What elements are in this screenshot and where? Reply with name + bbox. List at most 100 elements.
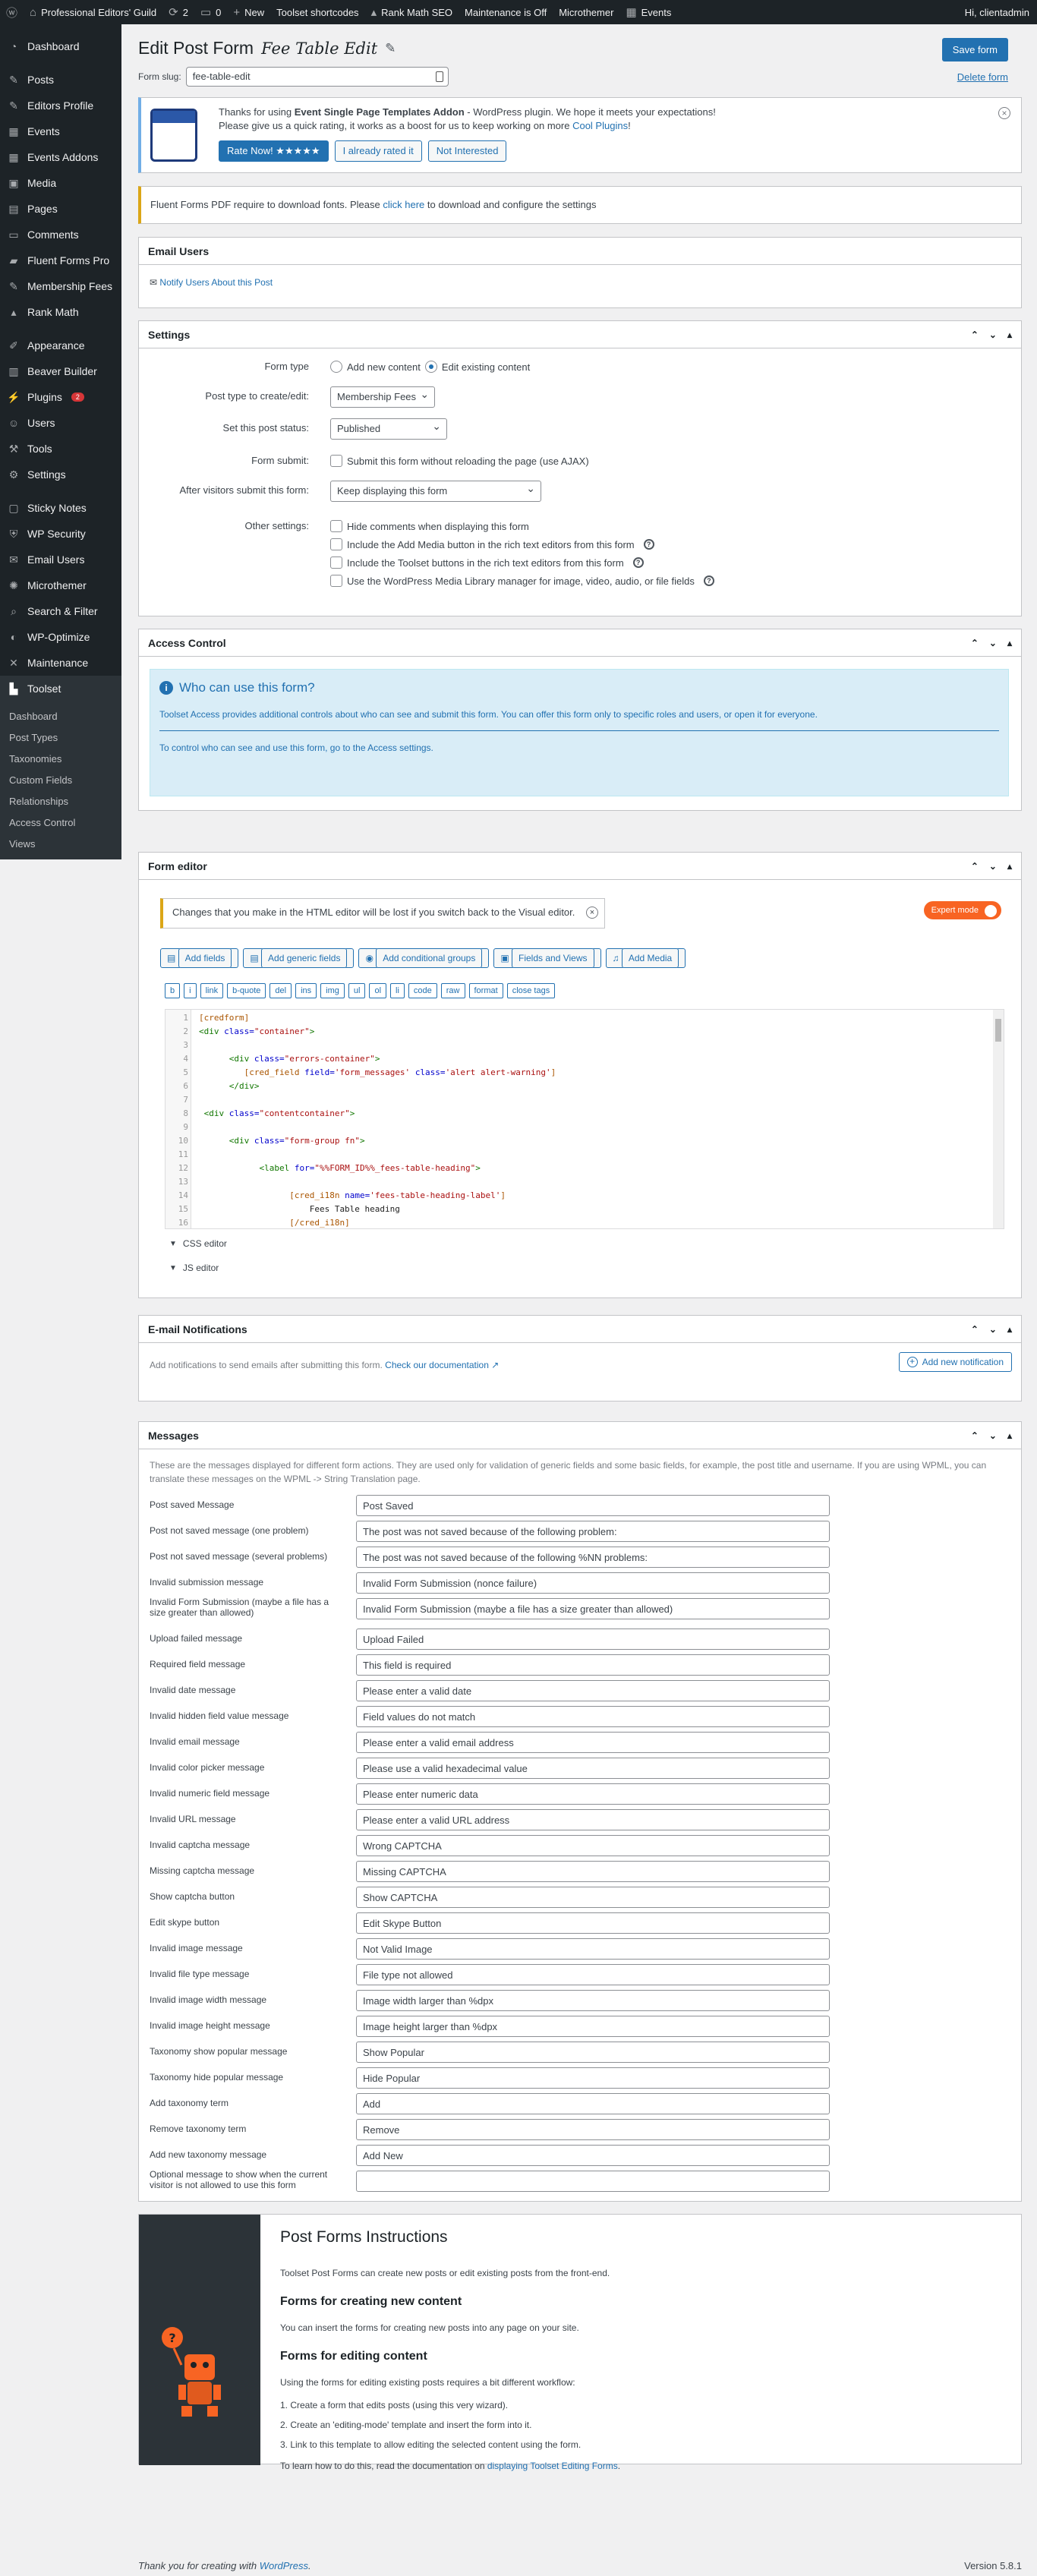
submenu-custom-fields[interactable]: Custom Fields xyxy=(0,770,121,791)
html-code-editor[interactable]: 1 [credform] 2 <div class="container"> 3 4… xyxy=(165,1009,1004,1229)
add-conditional-groups-button[interactable]: ◉ Add conditional groups xyxy=(358,948,490,968)
qtag-ins[interactable]: ins xyxy=(295,983,317,998)
delete-form-link[interactable]: Delete form xyxy=(957,71,1008,83)
user-account-link[interactable]: Hi, clientadmin xyxy=(959,0,1037,24)
move-down-icon[interactable]: ⌄ xyxy=(989,329,997,340)
media-library-checkbox[interactable] xyxy=(330,575,342,587)
sidebar-item-appearance[interactable]: ✐ Appearance xyxy=(0,333,121,358)
move-up-icon[interactable]: ⌃ xyxy=(971,329,979,340)
editing-forms-doc-link[interactable]: displaying Toolset Editing Forms xyxy=(487,2461,618,2471)
message-input[interactable]: Please enter numeric data xyxy=(356,1783,830,1805)
message-input[interactable]: Field values do not match xyxy=(356,1706,830,1727)
sidebar-item-microthemer[interactable]: ✺ Microthemer xyxy=(0,572,121,598)
sidebar-item-sticky-notes[interactable]: ▢ Sticky Notes xyxy=(0,495,121,521)
message-input[interactable]: Please enter a valid URL address xyxy=(356,1809,830,1830)
message-input[interactable]: Invalid Form Submission (maybe a file ha… xyxy=(356,1598,830,1619)
move-up-icon[interactable]: ⌃ xyxy=(971,1324,979,1335)
new-content-link[interactable]: + New xyxy=(227,0,270,24)
download-fonts-link[interactable]: click here xyxy=(383,199,424,210)
message-input[interactable]: Post Saved xyxy=(356,1495,830,1516)
sidebar-item-posts[interactable]: ✎ Posts xyxy=(0,67,121,93)
move-up-icon[interactable]: ⌃ xyxy=(971,1430,979,1441)
sidebar-item-fluent-forms[interactable]: ▰ Fluent Forms Pro xyxy=(0,248,121,273)
sidebar-item-beaver-builder[interactable]: ▥ Beaver Builder xyxy=(0,358,121,384)
submenu-access-control[interactable]: Access Control xyxy=(0,812,121,834)
comments-link[interactable]: ▭ 0 xyxy=(194,0,227,24)
sidebar-item-dashboard[interactable]: ◔ Dashboard xyxy=(0,33,121,59)
radio-edit-existing[interactable] xyxy=(424,361,437,373)
wordpress-logo-icon[interactable]: ⓦ xyxy=(0,0,24,24)
toolset-shortcodes-link[interactable]: Toolset shortcodes xyxy=(270,0,364,24)
message-input[interactable]: Invalid Form Submission (nonce failure) xyxy=(356,1572,830,1594)
message-input[interactable]: Remove xyxy=(356,2119,830,2140)
qtag-ol[interactable]: ol xyxy=(369,983,387,998)
post-type-select[interactable]: Membership Fees xyxy=(330,386,436,408)
help-icon[interactable]: ? xyxy=(643,539,654,550)
collapse-icon[interactable]: ▴ xyxy=(1007,329,1012,340)
events-link[interactable]: ▦ Events xyxy=(619,0,677,24)
radio-add-new[interactable] xyxy=(330,361,342,373)
qtag-link[interactable]: link xyxy=(200,983,224,998)
add-fields-button[interactable]: ▤ Add fields xyxy=(160,948,239,968)
submenu-post-types[interactable]: Post Types xyxy=(0,727,121,749)
wordpress-link[interactable]: WordPress xyxy=(260,2560,308,2571)
qtag-i[interactable]: i xyxy=(184,983,197,998)
sidebar-item-wp-optimize[interactable]: ◐ WP-Optimize xyxy=(0,624,121,650)
expert-mode-toggle[interactable]: Expert mode xyxy=(923,901,1001,919)
site-name-link[interactable]: ⌂ Professional Editors' Guild xyxy=(24,0,162,24)
save-form-button[interactable]: Save form xyxy=(941,38,1008,61)
collapse-icon[interactable]: ▴ xyxy=(1007,1430,1012,1441)
sidebar-item-email-users[interactable]: ✉ Email Users xyxy=(0,547,121,572)
maintenance-link[interactable]: Maintenance is Off xyxy=(459,0,553,24)
sidebar-item-users[interactable]: ☺ Users xyxy=(0,410,121,436)
message-input[interactable]: The post was not saved because of the fo… xyxy=(356,1547,830,1568)
message-input[interactable] xyxy=(356,2171,830,2192)
move-up-icon[interactable]: ⌃ xyxy=(971,638,979,648)
qtag-code[interactable]: code xyxy=(408,983,437,998)
collapse-icon[interactable]: ▴ xyxy=(1007,638,1012,648)
rank-math-link[interactable]: ▴ Rank Math SEO xyxy=(365,0,459,24)
access-settings-link[interactable]: Access settings xyxy=(367,743,430,753)
message-input[interactable]: Show Popular xyxy=(356,2042,830,2063)
sidebar-item-tools[interactable]: ⚒ Tools xyxy=(0,436,121,462)
qtag-format[interactable]: format xyxy=(468,983,503,998)
sidebar-item-maintenance[interactable]: ✕ Maintenance xyxy=(0,650,121,676)
sidebar-item-pages[interactable]: ▤ Pages xyxy=(0,196,121,222)
qtag-del[interactable]: del xyxy=(269,983,292,998)
sidebar-item-editors-profile[interactable]: ✎ Editors Profile xyxy=(0,93,121,118)
qtag-ul[interactable]: ul xyxy=(348,983,366,998)
add-media-button-checkbox[interactable] xyxy=(330,538,342,550)
updates-link[interactable]: ⟳ 2 xyxy=(162,0,194,24)
cool-plugins-link[interactable]: Cool Plugins xyxy=(572,120,628,131)
rate-now-button[interactable]: Rate Now! ★★★★★ xyxy=(219,140,329,162)
message-input[interactable]: Hide Popular xyxy=(356,2067,830,2089)
close-icon[interactable]: × xyxy=(998,107,1010,119)
message-input[interactable]: Add xyxy=(356,2093,830,2114)
already-rated-button[interactable]: I already rated it xyxy=(334,140,422,162)
qtag-b[interactable]: b xyxy=(165,983,181,998)
after-submit-select[interactable]: Keep displaying this form xyxy=(330,481,541,502)
move-down-icon[interactable]: ⌄ xyxy=(989,861,997,872)
ajax-submit-checkbox[interactable] xyxy=(330,455,342,467)
move-down-icon[interactable]: ⌄ xyxy=(989,1324,997,1335)
edit-pencil-icon[interactable]: ✎ xyxy=(385,41,396,56)
qtag-li[interactable]: li xyxy=(390,983,405,998)
message-input[interactable]: Not Valid Image xyxy=(356,1938,830,1960)
move-up-icon[interactable]: ⌃ xyxy=(971,861,979,872)
documentation-link[interactable]: Check our documentation xyxy=(385,1360,489,1370)
help-icon[interactable]: ? xyxy=(632,557,644,568)
sidebar-item-plugins[interactable]: ⚡ Plugins 2 xyxy=(0,384,121,410)
message-input[interactable]: Show CAPTCHA xyxy=(356,1887,830,1908)
qtag-close-tags[interactable]: close tags xyxy=(506,983,556,998)
sidebar-item-toolset[interactable]: ▙ Toolset xyxy=(0,676,121,702)
collapse-icon[interactable]: ▴ xyxy=(1007,861,1012,872)
message-input[interactable]: Please enter a valid date xyxy=(356,1680,830,1701)
message-input[interactable]: Upload Failed xyxy=(356,1629,830,1650)
collapse-icon[interactable]: ▴ xyxy=(1007,1324,1012,1335)
microthemer-link[interactable]: Microthemer xyxy=(553,0,619,24)
css-editor-toggle[interactable]: ▼ CSS editor xyxy=(169,1238,227,1249)
qtag-img[interactable]: img xyxy=(320,983,345,998)
toolset-buttons-checkbox[interactable] xyxy=(330,557,342,569)
help-icon[interactable]: ? xyxy=(703,575,714,586)
message-input[interactable]: Please use a valid hexadecimal value xyxy=(356,1758,830,1779)
